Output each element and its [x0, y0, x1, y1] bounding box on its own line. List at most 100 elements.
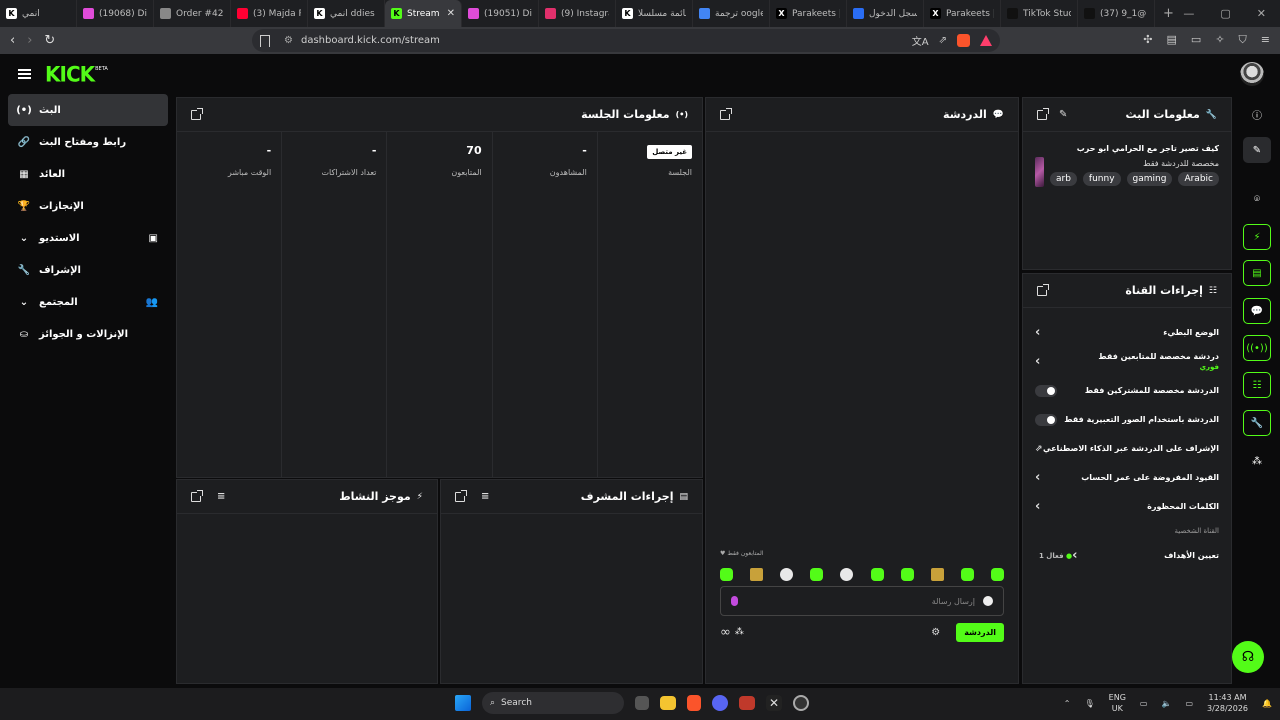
- menu-icon[interactable]: ≡: [1261, 33, 1270, 47]
- sidebar-item-extra-icon[interactable]: 👥: [146, 297, 158, 308]
- bookmark-icon[interactable]: [260, 34, 270, 47]
- edit-icon[interactable]: ✎: [1059, 109, 1067, 120]
- tag-chip[interactable]: gaming: [1126, 171, 1173, 186]
- channel-action-row[interactable]: الدردشة مخصصة للمشتركين فقط: [1023, 376, 1231, 405]
- pencil-icon[interactable]: ✎: [1243, 137, 1271, 163]
- document-icon[interactable]: ▤: [1243, 260, 1271, 286]
- browser-tab[interactable]: (9) Instagra: [539, 0, 616, 27]
- avatar[interactable]: [1240, 62, 1264, 86]
- broadcast-icon[interactable]: ((•)): [1243, 335, 1271, 361]
- translate-icon[interactable]: 文A: [912, 33, 929, 48]
- share-icon[interactable]: ⇗: [939, 35, 947, 46]
- browser-tab[interactable]: سجل الدخول: [847, 0, 924, 27]
- browser-tab[interactable]: (19051) Dis: [462, 0, 539, 27]
- camera-icon[interactable]: ⌾: [1243, 186, 1271, 212]
- brave-browser-icon[interactable]: [687, 695, 701, 711]
- brave-rewards-icon[interactable]: [980, 35, 992, 46]
- sidebar-item[interactable]: 🔧 الإشراف: [8, 254, 168, 286]
- sidebar-item[interactable]: ⌄ المجتمع 👥: [8, 286, 168, 318]
- popout-icon[interactable]: [1037, 107, 1049, 120]
- filter-icon[interactable]: ≡: [481, 491, 489, 502]
- emote[interactable]: [750, 568, 764, 581]
- emote[interactable]: [870, 568, 884, 581]
- channel-action-row[interactable]: القيود المفروضة على عمر الحساب ›: [1023, 463, 1231, 492]
- popout-icon[interactable]: [191, 107, 203, 120]
- sidebar-item[interactable]: (•) البث: [8, 94, 168, 126]
- tag-chip[interactable]: Arabic: [1178, 171, 1219, 186]
- browser-tab[interactable]: ترجمة oogle: [693, 0, 770, 27]
- emote[interactable]: [780, 568, 794, 581]
- volume-icon[interactable]: 🔈: [1161, 699, 1171, 708]
- emoji-icon[interactable]: [983, 596, 993, 606]
- channel-action-row[interactable]: الإشراف على الدردشة عبر الذكاء الاصطناعي…: [1023, 434, 1231, 463]
- browser-tab[interactable]: (3) Majda R: [231, 0, 308, 27]
- channel-action-row[interactable]: الوضع البطيء ›: [1023, 318, 1231, 347]
- emote[interactable]: [930, 568, 944, 581]
- browser-tab[interactable]: (19068) Dis: [77, 0, 154, 27]
- external-link-icon[interactable]: ⇗: [1035, 444, 1043, 454]
- send-chat-button[interactable]: الدردشة: [956, 622, 1004, 642]
- goals-row[interactable]: تعيين الأهداف › ● فعال 1: [1023, 541, 1231, 570]
- file-explorer-icon[interactable]: [660, 696, 676, 710]
- sidebar-item[interactable]: ▦ العائد: [8, 158, 168, 190]
- sidebar-item-extra-icon[interactable]: ▣: [149, 233, 158, 244]
- language-indicator[interactable]: ENG UK: [1109, 692, 1126, 714]
- back-icon[interactable]: ‹: [10, 33, 15, 48]
- wallet-icon[interactable]: ▭: [1191, 33, 1201, 47]
- obs-icon[interactable]: [793, 695, 809, 711]
- emote[interactable]: [990, 568, 1004, 581]
- hamburger-menu-icon[interactable]: [18, 69, 31, 79]
- app-icon[interactable]: [739, 696, 755, 710]
- vpn-icon[interactable]: ⛉: [1239, 33, 1247, 47]
- bolt-icon[interactable]: ⚡: [1243, 224, 1271, 250]
- wrench-icon[interactable]: 🔧: [1243, 410, 1271, 436]
- sidebar-item[interactable]: ⛀ الإنزالات و الجوائز: [8, 318, 168, 350]
- chevron-up-icon[interactable]: ⌃: [1064, 699, 1071, 708]
- emote[interactable]: [720, 568, 733, 581]
- brave-shields-icon[interactable]: [957, 34, 970, 47]
- apps-icon[interactable]: ⁂: [735, 627, 744, 637]
- tag-chip[interactable]: funny: [1082, 171, 1121, 186]
- browser-tab[interactable]: (37) 9_1@: [1078, 0, 1155, 27]
- network-icon[interactable]: ▭: [1140, 699, 1148, 708]
- emote[interactable]: [840, 568, 854, 581]
- close-window-icon[interactable]: ✕: [1257, 7, 1266, 20]
- browser-tab[interactable]: K Stream ✕: [385, 0, 462, 27]
- microphone-icon[interactable]: 🎙: [1085, 699, 1095, 708]
- kick-logo[interactable]: KICK: [45, 61, 95, 86]
- emote[interactable]: [900, 568, 914, 581]
- reload-icon[interactable]: ↻: [44, 33, 55, 48]
- channel-action-row[interactable]: الدردشة باستخدام الصور التعبيرية فقط: [1023, 405, 1231, 434]
- sidebar-item[interactable]: 🔗 رابط ومفتاح البث: [8, 126, 168, 158]
- channel-action-row[interactable]: الكلمات المحظورة ›: [1023, 492, 1231, 521]
- apps-icon[interactable]: ⁂: [1243, 448, 1271, 474]
- tag-chip[interactable]: arb: [1049, 171, 1077, 186]
- url-text[interactable]: dashboard.kick.com/stream: [301, 35, 440, 46]
- browser-tab[interactable]: X Parakeets |: [924, 0, 1001, 27]
- browser-tab[interactable]: Order #425: [154, 0, 231, 27]
- extensions-icon[interactable]: ✣: [1143, 33, 1152, 47]
- capcut-icon[interactable]: ✕: [766, 695, 782, 711]
- microphone-icon[interactable]: [731, 596, 738, 606]
- browser-tab[interactable]: X Parakeets |: [770, 0, 847, 27]
- infinity-icon[interactable]: ∞: [720, 625, 731, 640]
- notification-icon[interactable]: 🔔: [1262, 699, 1272, 708]
- popout-icon[interactable]: [455, 489, 467, 502]
- chat-input[interactable]: إرسال رسالة: [720, 586, 1004, 616]
- discord-icon[interactable]: [712, 695, 728, 711]
- filter-icon[interactable]: ≡: [217, 491, 225, 502]
- popout-icon[interactable]: [1037, 283, 1049, 296]
- minimize-icon[interactable]: —: [1183, 7, 1194, 20]
- emote[interactable]: [960, 568, 974, 581]
- taskbar-search[interactable]: ⌕ Search: [482, 692, 624, 714]
- channel-action-row[interactable]: دردشة مخصصة للمتابعين فقط فوري ›: [1023, 347, 1231, 376]
- popout-icon[interactable]: [191, 489, 203, 502]
- browser-tab[interactable]: K أنمي ddies: [308, 0, 385, 27]
- sidebar-item[interactable]: ⌄ الاستديو ▣: [8, 222, 168, 254]
- tab-close-icon[interactable]: ✕: [447, 8, 455, 19]
- toggle-switch[interactable]: [1035, 413, 1057, 426]
- maximize-icon[interactable]: ▢: [1220, 7, 1230, 20]
- sliders-icon[interactable]: ☷: [1243, 372, 1271, 398]
- task-view-icon[interactable]: [635, 696, 649, 710]
- clock[interactable]: 11:43 AM 3/28/2026: [1207, 692, 1248, 714]
